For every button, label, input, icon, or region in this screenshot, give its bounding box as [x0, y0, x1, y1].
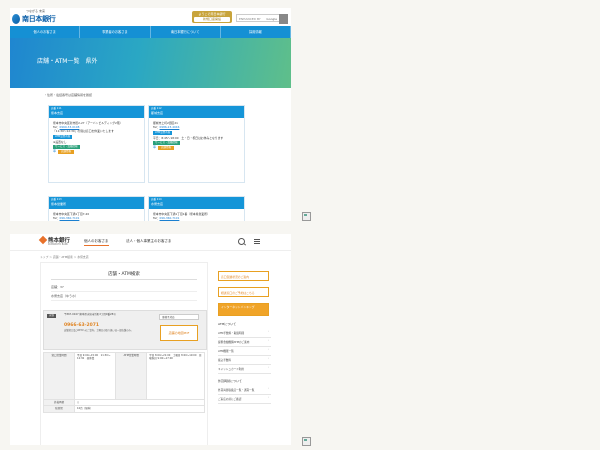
branch-name[interactable]: 熊本営業所: [51, 202, 142, 207]
wheelchair-tag: 車椅子対応: [159, 314, 199, 320]
branch-tel-link[interactable]: 096-360-7101: [60, 216, 80, 220]
site-header: つながる 未来 南日本銀行 ようこそ南日本銀行 新規口座開設 ENHANCED …: [10, 8, 291, 26]
sidebar-item[interactable]: ATM機能一覧: [218, 347, 271, 356]
site-search-input[interactable]: ENHANCED BY Google: [236, 14, 288, 24]
reservation-button[interactable]: 相談窓口のご予約はこちら: [218, 287, 269, 297]
table-row: 窓口営業時間 平日 9:00～15:00 11:30～12:30 昼休業 ATM…: [43, 352, 205, 400]
nav-business[interactable]: 事業者のお客さま: [80, 26, 151, 38]
main-content: 店舗・ATM検索 店舗：37 水俣支店（ゆうホ） 水俣 〒867-0047 熊本…: [40, 262, 208, 445]
branch-card: 店番 113 熊本営業所 熊本市中央区下通1丁目7-20 Tel：096-360…: [48, 196, 145, 221]
bank-logo-sub: KUMAMOTO BANK: [48, 243, 68, 246]
page-title: 店舗・ATM検索: [108, 272, 140, 277]
tab-personal[interactable]: 個人のお客さま: [84, 239, 109, 246]
branch-card: 店番 114 水俣支店 熊本市中央区下通1丁目1番（熊本県営業所） Tel：09…: [148, 196, 245, 221]
table-cell: 平日 8:00～21:00 土曜日 8:00～19:00 日曜祝日 9:00～1…: [146, 352, 205, 400]
search-filters: 店舗：37 水俣支店（ゆうホ）: [51, 283, 197, 301]
sidebar: 窓口混雑状況のご案内 相談窓口のご予約はこちら インターネットバンキング ATM…: [218, 271, 271, 404]
branch-summary-card: 水俣 〒867-0047 熊本県水俣市浜町2丁目9番28号 0966-63-20…: [43, 310, 207, 350]
sidebar-list: ATM手数料・取扱時間 提携金融機関ATMのご案内 ATM機能一覧 振込手数料 …: [218, 329, 271, 374]
search-icon[interactable]: [238, 238, 245, 245]
table-row: 駐車場 10台（無料）: [43, 405, 205, 413]
table-header: 窓口営業時間: [43, 352, 75, 400]
sidebar-item[interactable]: 提携金融機関ATMのご案内: [218, 338, 271, 347]
crowd-status-button[interactable]: 窓口混雑状況のご案内: [218, 271, 269, 281]
sidebar-item[interactable]: 外貨両替取扱店一覧・通貨一覧: [218, 386, 271, 395]
site-header: 熊本銀行 KUMAMOTO BANK 個人のお客さま 法人・個人事業主のお客さま: [10, 234, 291, 251]
nav-about[interactable]: 南日本銀行について: [151, 26, 221, 38]
broken-image-icon: [302, 437, 311, 446]
nav-recruit[interactable]: 採用情報: [221, 26, 291, 38]
branch-hours-note: 「11:30～12:30」の間は窓口を休業いたします: [53, 129, 114, 133]
branch-card-header: 店番 111 熊本支店: [49, 106, 144, 118]
promo-banner[interactable]: ようこそ南日本銀行 新規口座開設: [192, 11, 232, 23]
sidebar-list: 外貨両替取扱店一覧・通貨一覧 ご来店の前にご確認: [218, 386, 271, 404]
atm-tag: ATM設置有無: [53, 135, 73, 139]
sidebar-item[interactable]: ご来店の前にご確認: [218, 395, 271, 404]
google-brand: Google: [266, 17, 277, 21]
bank-logo-icon[interactable]: [12, 14, 20, 24]
parking-icon: 車: [53, 149, 57, 153]
filter-row[interactable]: 水俣支店（ゆうホ）: [51, 292, 197, 301]
branch-detail-table: 窓口営業時間 平日 9:00～15:00 11:30～12:30 昼休業 ATM…: [43, 352, 205, 413]
branch-address: 〒867-0047 熊本県水俣市浜町2丁目9番28号: [64, 313, 116, 316]
map-pdf-button[interactable]: 店舗の地図PDF: [160, 325, 198, 341]
branch-badge: 水俣: [47, 314, 57, 318]
branch-name[interactable]: 熊本支店: [51, 111, 142, 116]
hero-banner: 店舗・ATM一覧 県外: [10, 38, 291, 88]
branch-tel-link[interactable]: 0986-23-4046: [160, 125, 180, 129]
branch-detail-button[interactable]: 店舗情報: [58, 150, 75, 154]
sidebar-item[interactable]: ATM手数料・取扱時間: [218, 329, 271, 338]
atm-status: ※設置なし: [53, 140, 67, 144]
branch-card-header: 店番 113 熊本営業所: [49, 197, 144, 209]
bank-logo-text[interactable]: 南日本銀行: [22, 14, 56, 24]
table-header: 駐車場: [43, 405, 75, 413]
tab-business[interactable]: 法人・個人事業主のお客さま: [126, 239, 172, 244]
branch-card-header: 店番 112 都城支店: [149, 106, 244, 118]
south-japan-bank-page-screenshot: つながる 未来 南日本銀行 ようこそ南日本銀行 新規口座開設 ENHANCED …: [10, 8, 291, 221]
broken-image-icon: [302, 212, 311, 221]
nav-personal[interactable]: 個人のお客さま: [10, 26, 81, 38]
search-button[interactable]: [279, 14, 288, 24]
sidebar-item[interactable]: キャッシュカード利用: [218, 365, 271, 374]
table-cell: 平日 9:00～15:00 11:30～12:30 昼休業: [73, 352, 117, 400]
atm-status: 平日：8:45～18:00 土・日・祝日はお休みとなります: [153, 136, 224, 140]
list-note: ・住所・電話番号は店舗情報を確認: [44, 93, 93, 97]
internet-banking-button[interactable]: インターネットバンキング: [218, 303, 269, 316]
sidebar-heading: ATMについて: [218, 322, 237, 326]
filter-row[interactable]: 店舗：37: [51, 283, 197, 292]
branch-note: 店舗窓口及びATMへのご案内。土曜日の取り扱いは一部店舗のみ。: [64, 329, 134, 332]
search-placeholder: ENHANCED BY: [239, 17, 261, 21]
breadcrumb[interactable]: トップ ＞ 店舗・ATM検索 ＞ 水俣支店: [40, 255, 89, 259]
kumamoto-bank-page-screenshot: 熊本銀行 KUMAMOTO BANK 個人のお客さま 法人・個人事業主のお客さま…: [10, 234, 291, 445]
branch-name[interactable]: 水俣支店: [151, 202, 242, 207]
promo-line2: 新規口座開設: [194, 17, 230, 22]
branch-card-header: 店番 114 水俣支店: [149, 197, 244, 209]
table-header: ATM営業時間: [115, 352, 148, 400]
sidebar-heading: 外貨両替について: [218, 379, 242, 383]
branch-tel[interactable]: 0966-63-2071: [64, 323, 99, 328]
page-title: 店舗・ATM一覧 県外: [37, 58, 98, 65]
branch-detail-button[interactable]: 店舗情報: [158, 146, 175, 150]
branch-card: 店番 112 都城支店 都城市上町2街区21 Tel：0986-23-4046 …: [148, 105, 245, 183]
bank-logo-icon[interactable]: [38, 235, 48, 245]
logo-tagline: つながる 未来: [26, 9, 45, 13]
branch-list: ・住所・電話番号は店舗情報を確認 店番 111 熊本支店 熊本市中央区新市街2-…: [10, 88, 291, 221]
parking-icon: 車: [153, 145, 157, 149]
sidebar-item[interactable]: 振込手数料: [218, 356, 271, 365]
title-divider: [51, 279, 197, 280]
branch-tel-link[interactable]: 096-360-7101: [160, 216, 180, 220]
menu-icon[interactable]: [254, 239, 260, 245]
branch-name[interactable]: 都城支店: [151, 111, 242, 116]
branch-card: 店番 111 熊本支店 熊本市中央区新市街2-27（アーバンビルディング2階） …: [48, 105, 145, 183]
table-cell: 10台（無料）: [74, 405, 205, 413]
atm-tag: ATM設置有無: [153, 131, 173, 135]
global-nav: 個人のお客さま 事業者のお客さま 南日本銀行について 採用情報: [10, 26, 291, 38]
